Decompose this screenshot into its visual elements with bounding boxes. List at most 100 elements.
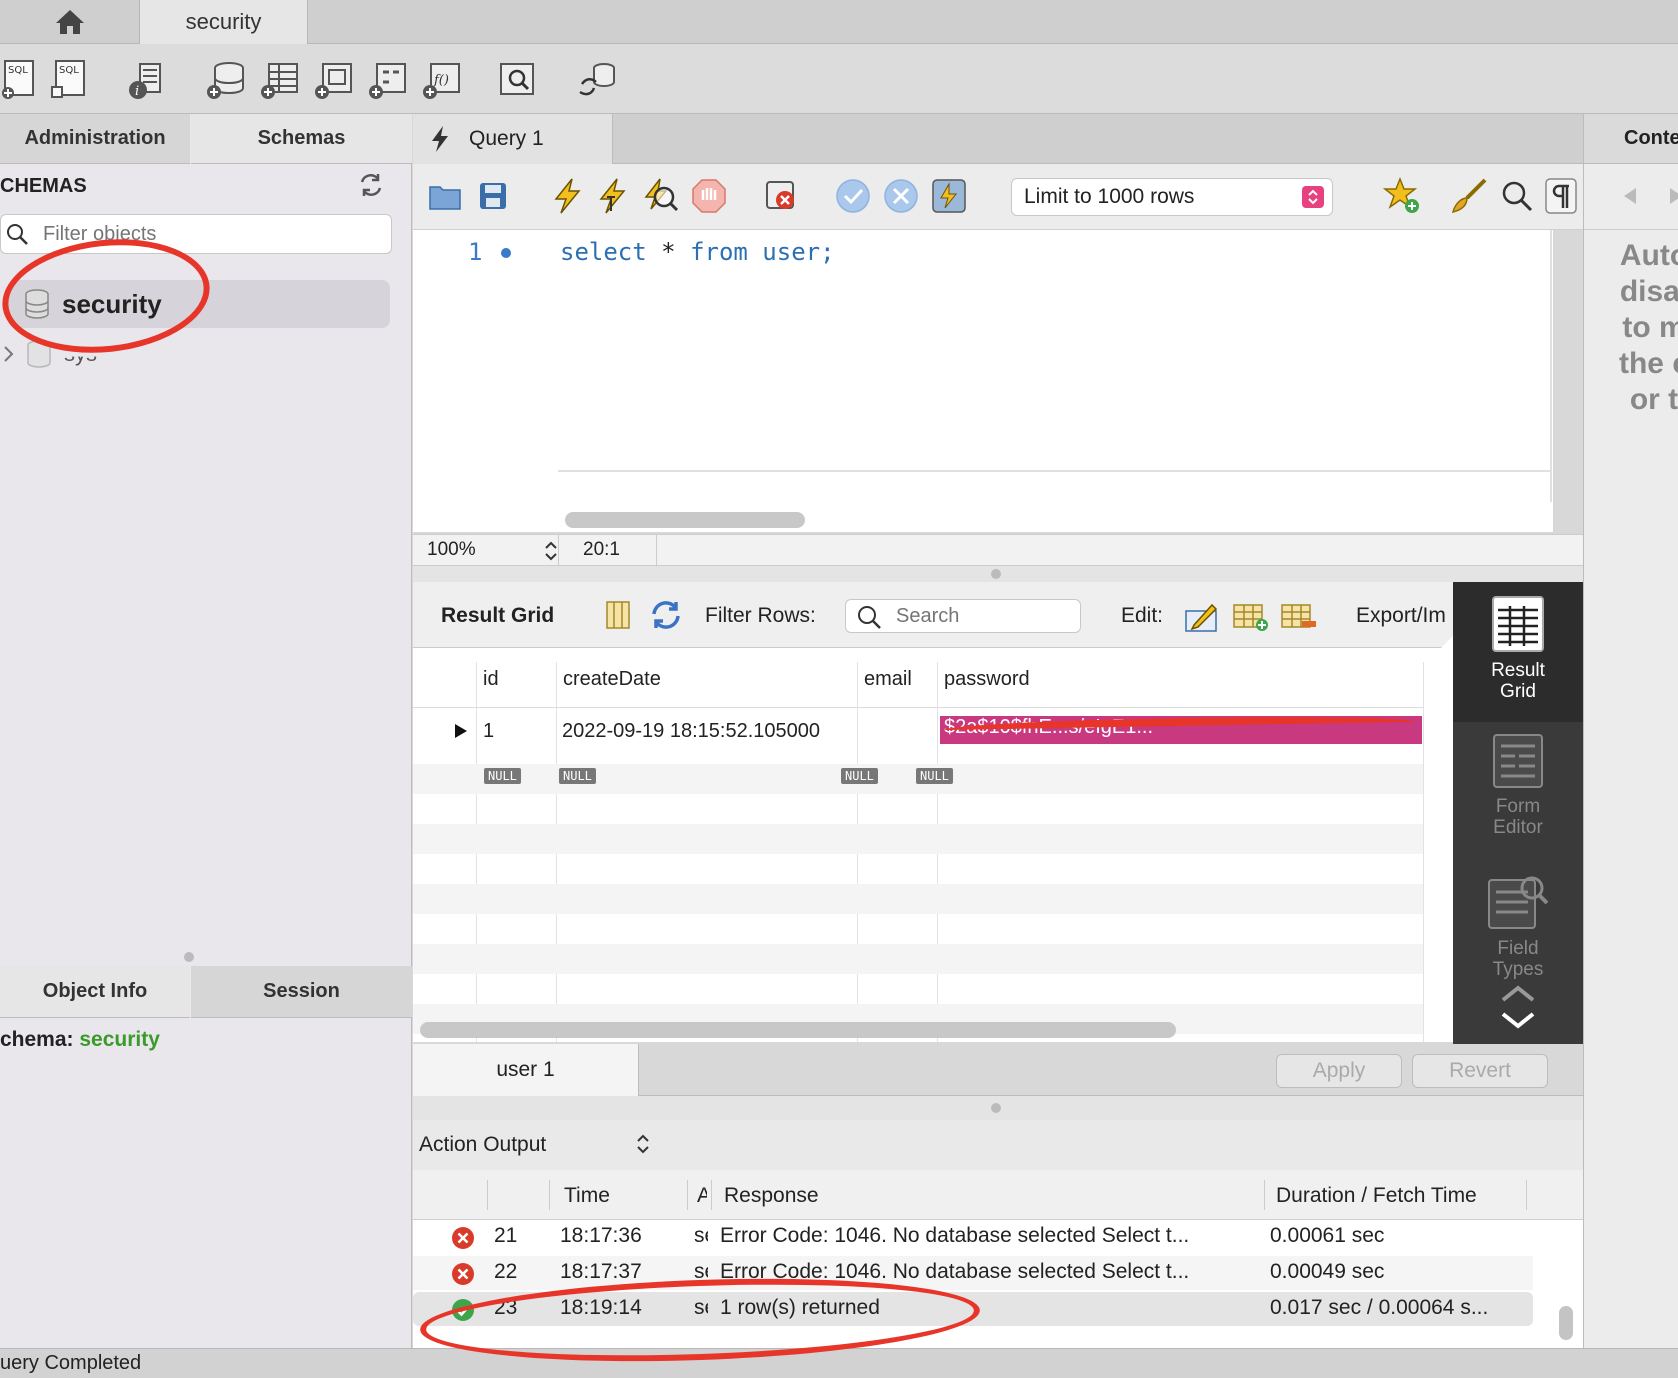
create-procedure-icon[interactable] [366, 56, 410, 104]
commit-icon[interactable] [833, 176, 873, 216]
splitter-handle[interactable] [184, 952, 194, 962]
create-view-icon[interactable] [312, 56, 356, 104]
view-label: Types [1492, 959, 1544, 980]
schema-item-sys[interactable]: sys [0, 336, 392, 372]
chevron-down-icon[interactable] [1495, 1008, 1541, 1032]
output-row-selected[interactable]: 23 18:19:14 se 1 row(s) returned 0.017 s… [413, 1292, 1533, 1326]
action-output-selector[interactable]: Action Output [413, 1120, 1583, 1170]
active-view-pointer [1439, 636, 1453, 664]
empty-row [413, 884, 1423, 914]
tab-schemas[interactable]: Schemas [191, 114, 412, 164]
column-header-password[interactable]: password [944, 668, 1030, 691]
column-header-time[interactable]: Time [564, 1184, 610, 1208]
search-table-data-icon[interactable] [496, 56, 540, 104]
result-grid[interactable]: id createDate email password 1 2022-09-1… [413, 648, 1453, 1042]
tab-query-1[interactable]: Query 1 [413, 114, 613, 164]
schema-info-label: chema: [0, 1028, 74, 1051]
limit-rows-select[interactable]: Limit to 1000 rows [1011, 178, 1333, 216]
refresh-schemas-icon[interactable] [358, 172, 384, 198]
server-info-icon[interactable]: i [124, 56, 168, 104]
column-header-response[interactable]: Response [724, 1184, 819, 1208]
forward-arrow-icon[interactable] [1668, 186, 1678, 206]
schema-item-security[interactable]: security [8, 280, 390, 328]
editor-horizontal-scrollbar[interactable] [565, 512, 805, 528]
explain-icon[interactable] [641, 176, 681, 216]
chevron-updown-icon [1302, 186, 1324, 208]
reconnect-icon[interactable] [574, 56, 622, 104]
zoom-stepper[interactable]: 100% [427, 539, 557, 563]
export-label[interactable]: Export/Im [1356, 604, 1446, 628]
help-text-line: or t [1629, 383, 1678, 416]
column-header-action[interactable]: A [697, 1184, 707, 1208]
apply-button[interactable]: Apply [1276, 1054, 1402, 1088]
view-result-grid[interactable]: Result Grid [1453, 582, 1583, 722]
filter-rows-label: Filter Rows: [705, 604, 816, 627]
execute-icon[interactable] [547, 176, 587, 216]
filter-rows-input[interactable] [896, 605, 1066, 628]
output-row[interactable]: 21 18:17:36 se Error Code: 1046. No data… [413, 1220, 1533, 1254]
invisible-characters-icon[interactable] [1543, 174, 1579, 218]
back-arrow-icon[interactable] [1622, 186, 1638, 206]
tab-session[interactable]: Session [191, 966, 412, 1018]
cell-createdate[interactable]: 2022-09-19 18:15:52.105000 [562, 720, 820, 743]
view-form-editor[interactable]: Form Editor [1453, 732, 1583, 862]
add-snippet-icon[interactable] [1379, 174, 1425, 218]
grid-horizontal-scrollbar[interactable] [420, 1022, 1176, 1038]
tab-administration[interactable]: Administration [0, 114, 190, 164]
create-schema-icon[interactable] [204, 56, 248, 104]
output-row-response: Error Code: 1046. No database selected S… [720, 1260, 1190, 1283]
home-tab[interactable] [0, 0, 140, 44]
beautify-icon[interactable] [1447, 174, 1491, 218]
insert-row-icon[interactable] [1231, 598, 1271, 634]
open-folder-icon[interactable] [427, 178, 463, 214]
save-icon[interactable] [475, 178, 511, 214]
panel-splitter[interactable] [413, 1096, 1583, 1120]
column-header-id[interactable]: id [483, 668, 499, 691]
sql-code-line[interactable]: select * from user; [560, 238, 835, 266]
help-text-line: disal [1619, 275, 1678, 308]
tab-object-info[interactable]: Object Info [0, 966, 190, 1018]
column-toggle-icon[interactable] [603, 598, 633, 632]
chevron-up-icon[interactable] [1495, 982, 1541, 1006]
tab-context-help[interactable]: Conte [1584, 114, 1678, 164]
chevron-updown-icon[interactable] [635, 1132, 651, 1156]
chevron-updown-icon[interactable] [543, 539, 559, 563]
tab-administration-label: Administration [24, 127, 166, 149]
edit-row-icon[interactable] [1183, 598, 1221, 634]
connection-tab-bar: security [0, 0, 1678, 44]
editor-status-bar: 100% 20:1 [413, 534, 1583, 566]
column-header-email[interactable]: email [864, 668, 912, 691]
filter-rows-field[interactable] [845, 599, 1081, 633]
find-icon[interactable] [1495, 174, 1539, 218]
column-header-createdate[interactable]: createDate [563, 668, 661, 691]
execute-current-statement-icon[interactable] [593, 176, 633, 216]
action-output-title: Action Output [419, 1133, 547, 1156]
create-table-icon[interactable] [258, 56, 302, 104]
filter-objects-input[interactable] [43, 222, 373, 246]
sql-editor[interactable] [413, 230, 1553, 532]
output-vertical-scrollbar[interactable] [1559, 1306, 1573, 1340]
schemas-header-label: CHEMAS [0, 174, 87, 197]
output-row[interactable]: 22 18:17:37 se Error Code: 1046. No data… [413, 1256, 1533, 1290]
create-function-icon[interactable]: f() [420, 56, 464, 104]
connection-tab-security[interactable]: security [140, 0, 308, 44]
column-header-duration[interactable]: Duration / Fetch Time [1276, 1184, 1477, 1208]
revert-button[interactable]: Revert [1412, 1054, 1548, 1088]
toggle-stop-on-error-icon[interactable] [761, 176, 801, 216]
result-tab-user-1[interactable]: user 1 [413, 1044, 639, 1096]
table-row-new[interactable]: NULL NULL NULL NULL [413, 764, 1423, 794]
cell-id[interactable]: 1 [483, 720, 494, 743]
open-sql-script-icon[interactable]: SQL [48, 54, 92, 104]
context-help-text: Auto disal to m the c or t [1594, 238, 1678, 418]
chevron-right-icon[interactable] [2, 345, 16, 363]
stop-icon[interactable] [689, 176, 729, 216]
rollback-icon[interactable] [881, 176, 921, 216]
filter-objects-field[interactable] [0, 214, 392, 254]
help-text-line: to m [1622, 311, 1678, 344]
output-row-number: 22 [494, 1260, 518, 1283]
delete-row-icon[interactable] [1279, 598, 1319, 634]
panel-splitter[interactable] [413, 566, 1583, 582]
new-sql-tab-icon[interactable]: SQL [0, 54, 40, 104]
autocommit-icon[interactable] [929, 176, 969, 216]
refresh-results-icon[interactable] [649, 598, 683, 632]
